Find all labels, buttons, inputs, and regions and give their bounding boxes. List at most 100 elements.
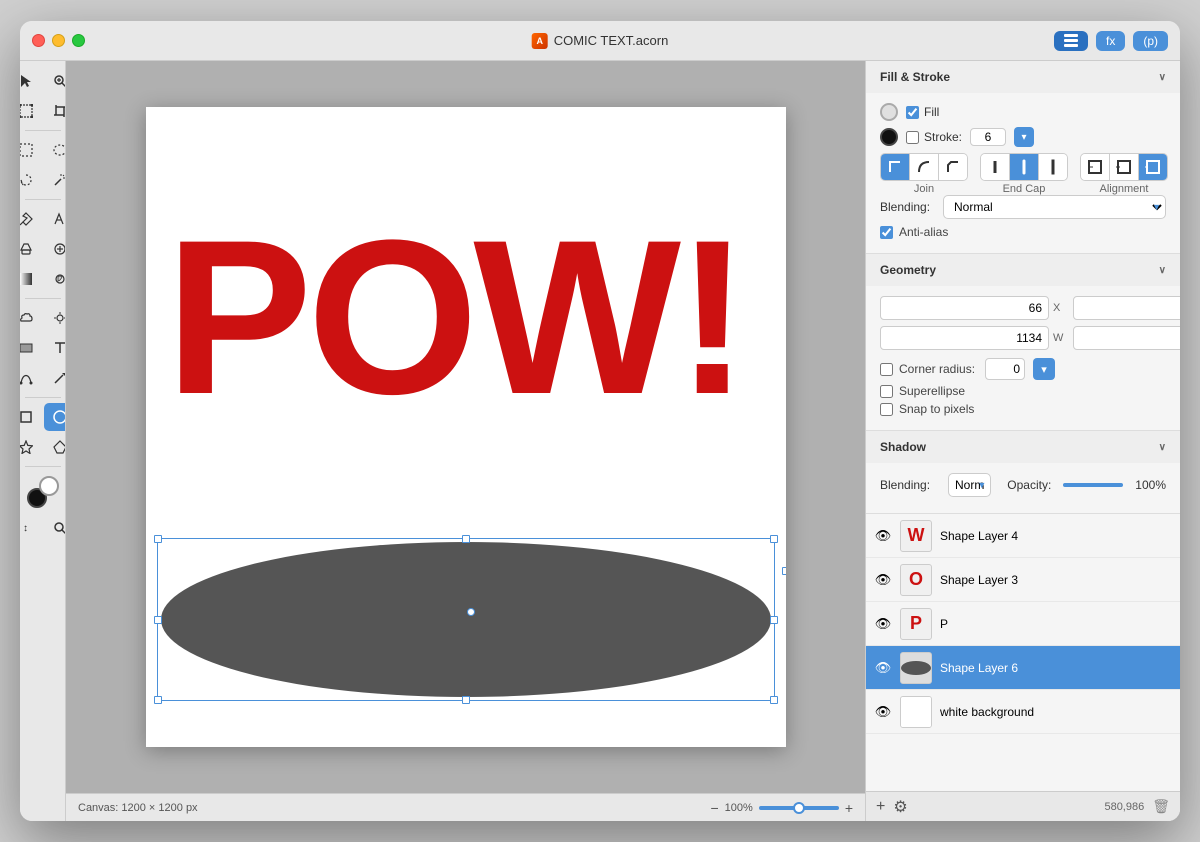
align-center-btn[interactable] [1110, 154, 1139, 180]
ellipse-draw-tool[interactable] [44, 403, 67, 431]
add-layer-button[interactable]: + [876, 798, 885, 816]
endcap-style-buttons [980, 153, 1068, 181]
handle-br[interactable] [770, 696, 778, 704]
canvas-wrapper[interactable]: POW! [66, 61, 865, 793]
handle-mr[interactable] [770, 616, 778, 624]
shadow-blending-select[interactable]: Normal [948, 473, 991, 497]
handle-tr[interactable] [770, 535, 778, 543]
zoom-slider[interactable] [759, 806, 839, 810]
stroke-value-input[interactable] [970, 128, 1006, 146]
fullscreen-button[interactable] [72, 34, 85, 47]
join-miter-btn[interactable] [881, 154, 910, 180]
layer-item-shape-layer-6[interactable]: 👁 Shape Layer 6 [866, 646, 1180, 690]
superellipse-checkbox[interactable] [880, 385, 893, 398]
zoom-tool[interactable] [44, 67, 67, 95]
h-input[interactable] [1073, 326, 1180, 350]
stroke-color-swatch[interactable] [880, 128, 898, 146]
layer-item-p[interactable]: 👁 P P [866, 602, 1180, 646]
shadow-title: Shadow [880, 440, 926, 454]
ellipse-layer[interactable] [161, 542, 771, 697]
w-input[interactable] [880, 326, 1049, 350]
bezier-path-tool[interactable] [20, 364, 42, 392]
anti-alias-checkbox[interactable] [880, 226, 893, 239]
zoom-thumb[interactable] [793, 802, 805, 814]
corner-radius-input[interactable] [985, 358, 1025, 380]
layer-eye-6[interactable]: 👁 [874, 659, 892, 677]
corner-radius-checkbox[interactable] [880, 363, 893, 376]
line-tool[interactable] [44, 364, 67, 392]
join-bevel-btn[interactable] [939, 154, 967, 180]
alignment-group: Alignment [1080, 153, 1168, 195]
layer-item-white-background[interactable]: 👁 white background [866, 690, 1180, 734]
pen-tool[interactable] [20, 205, 42, 233]
star-tool[interactable] [20, 433, 42, 461]
zoom-magnifier[interactable] [44, 514, 67, 542]
layer-eye-4[interactable]: 👁 [874, 527, 892, 545]
bucket-tool[interactable] [20, 235, 42, 263]
stroke-checkbox-label[interactable]: Stroke: [906, 130, 962, 144]
align-outside-btn[interactable] [1139, 154, 1167, 180]
delete-layer-button[interactable]: 🗑 [1152, 798, 1170, 815]
stroke-checkbox[interactable] [906, 131, 919, 144]
stroke-dropdown[interactable]: ▾ [1014, 127, 1034, 147]
crop-tool[interactable] [44, 97, 67, 125]
geometry-header[interactable]: Geometry ∨ [866, 254, 1180, 286]
handle-bl[interactable] [154, 696, 162, 704]
cap-square-btn[interactable] [1039, 154, 1067, 180]
center-handle[interactable] [467, 608, 475, 616]
close-button[interactable] [32, 34, 45, 47]
sun-tool[interactable] [44, 304, 67, 332]
ellipse-select-tool[interactable] [44, 136, 67, 164]
join-round-btn[interactable] [910, 154, 939, 180]
align-inside-btn[interactable] [1081, 154, 1110, 180]
minimize-button[interactable] [52, 34, 65, 47]
healing-tool[interactable] [44, 235, 67, 263]
transform-tool[interactable] [20, 97, 42, 125]
rect-select-tool[interactable] [20, 136, 42, 164]
h-field: H [1073, 326, 1180, 350]
zoom-minus-icon[interactable]: − [710, 800, 718, 816]
x-input[interactable] [880, 296, 1049, 320]
layer-item-shape-layer-4[interactable]: 👁 W Shape Layer 4 [866, 514, 1180, 558]
type-on-path-tool[interactable] [44, 205, 67, 233]
layer-eye-bg[interactable]: 👁 [874, 703, 892, 721]
layer-eye-3[interactable]: 👁 [874, 571, 892, 589]
opacity-slider[interactable] [1063, 483, 1123, 487]
gradient-tool[interactable] [20, 265, 42, 293]
join-style-buttons [880, 153, 968, 181]
blending-select[interactable]: Normal Multiply Screen [943, 195, 1166, 219]
text-tool[interactable] [44, 334, 67, 362]
cap-butt-btn[interactable] [981, 154, 1010, 180]
shadow-chevron: ∨ [1159, 442, 1166, 453]
fill-stroke-header[interactable]: Fill & Stroke ∨ [866, 61, 1180, 93]
cap-round-btn[interactable] [1010, 154, 1039, 180]
layers-panel-button[interactable] [1054, 31, 1088, 51]
canvas-surface[interactable]: POW! [146, 107, 786, 747]
polygon-tool[interactable] [44, 433, 67, 461]
rect-draw-tool[interactable] [20, 403, 42, 431]
handle-tl[interactable] [154, 535, 162, 543]
snap-to-pixels-checkbox[interactable] [880, 403, 893, 416]
handle-canvas-edge[interactable] [782, 567, 786, 575]
p-button[interactable]: (p) [1133, 31, 1168, 51]
magic-wand-tool[interactable] [44, 166, 67, 194]
layer-eye-p[interactable]: 👁 [874, 615, 892, 633]
shadow-header[interactable]: Shadow ∨ [866, 431, 1180, 463]
background-color[interactable] [39, 476, 59, 496]
fill-color-swatch[interactable] [880, 103, 898, 121]
corner-radius-dropdown[interactable]: ▾ [1033, 358, 1055, 380]
lasso-tool[interactable] [20, 166, 42, 194]
smudge-tool[interactable] [44, 265, 67, 293]
fx-button[interactable]: fx [1096, 31, 1125, 51]
fill-checkbox[interactable] [906, 106, 919, 119]
layer-item-shape-layer-3[interactable]: 👁 O Shape Layer 3 [866, 558, 1180, 602]
swap-colors[interactable]: ↕ [20, 514, 42, 542]
zoom-plus-icon[interactable]: + [845, 800, 853, 816]
layer-settings-button[interactable]: ⚙ [893, 797, 907, 817]
cloud-shape-tool[interactable] [20, 304, 42, 332]
rect-shape-tool[interactable] [20, 334, 42, 362]
handle-bm[interactable] [462, 696, 470, 704]
y-input[interactable] [1073, 296, 1180, 320]
fill-checkbox-label[interactable]: Fill [906, 105, 939, 119]
arrow-tool[interactable] [20, 67, 42, 95]
